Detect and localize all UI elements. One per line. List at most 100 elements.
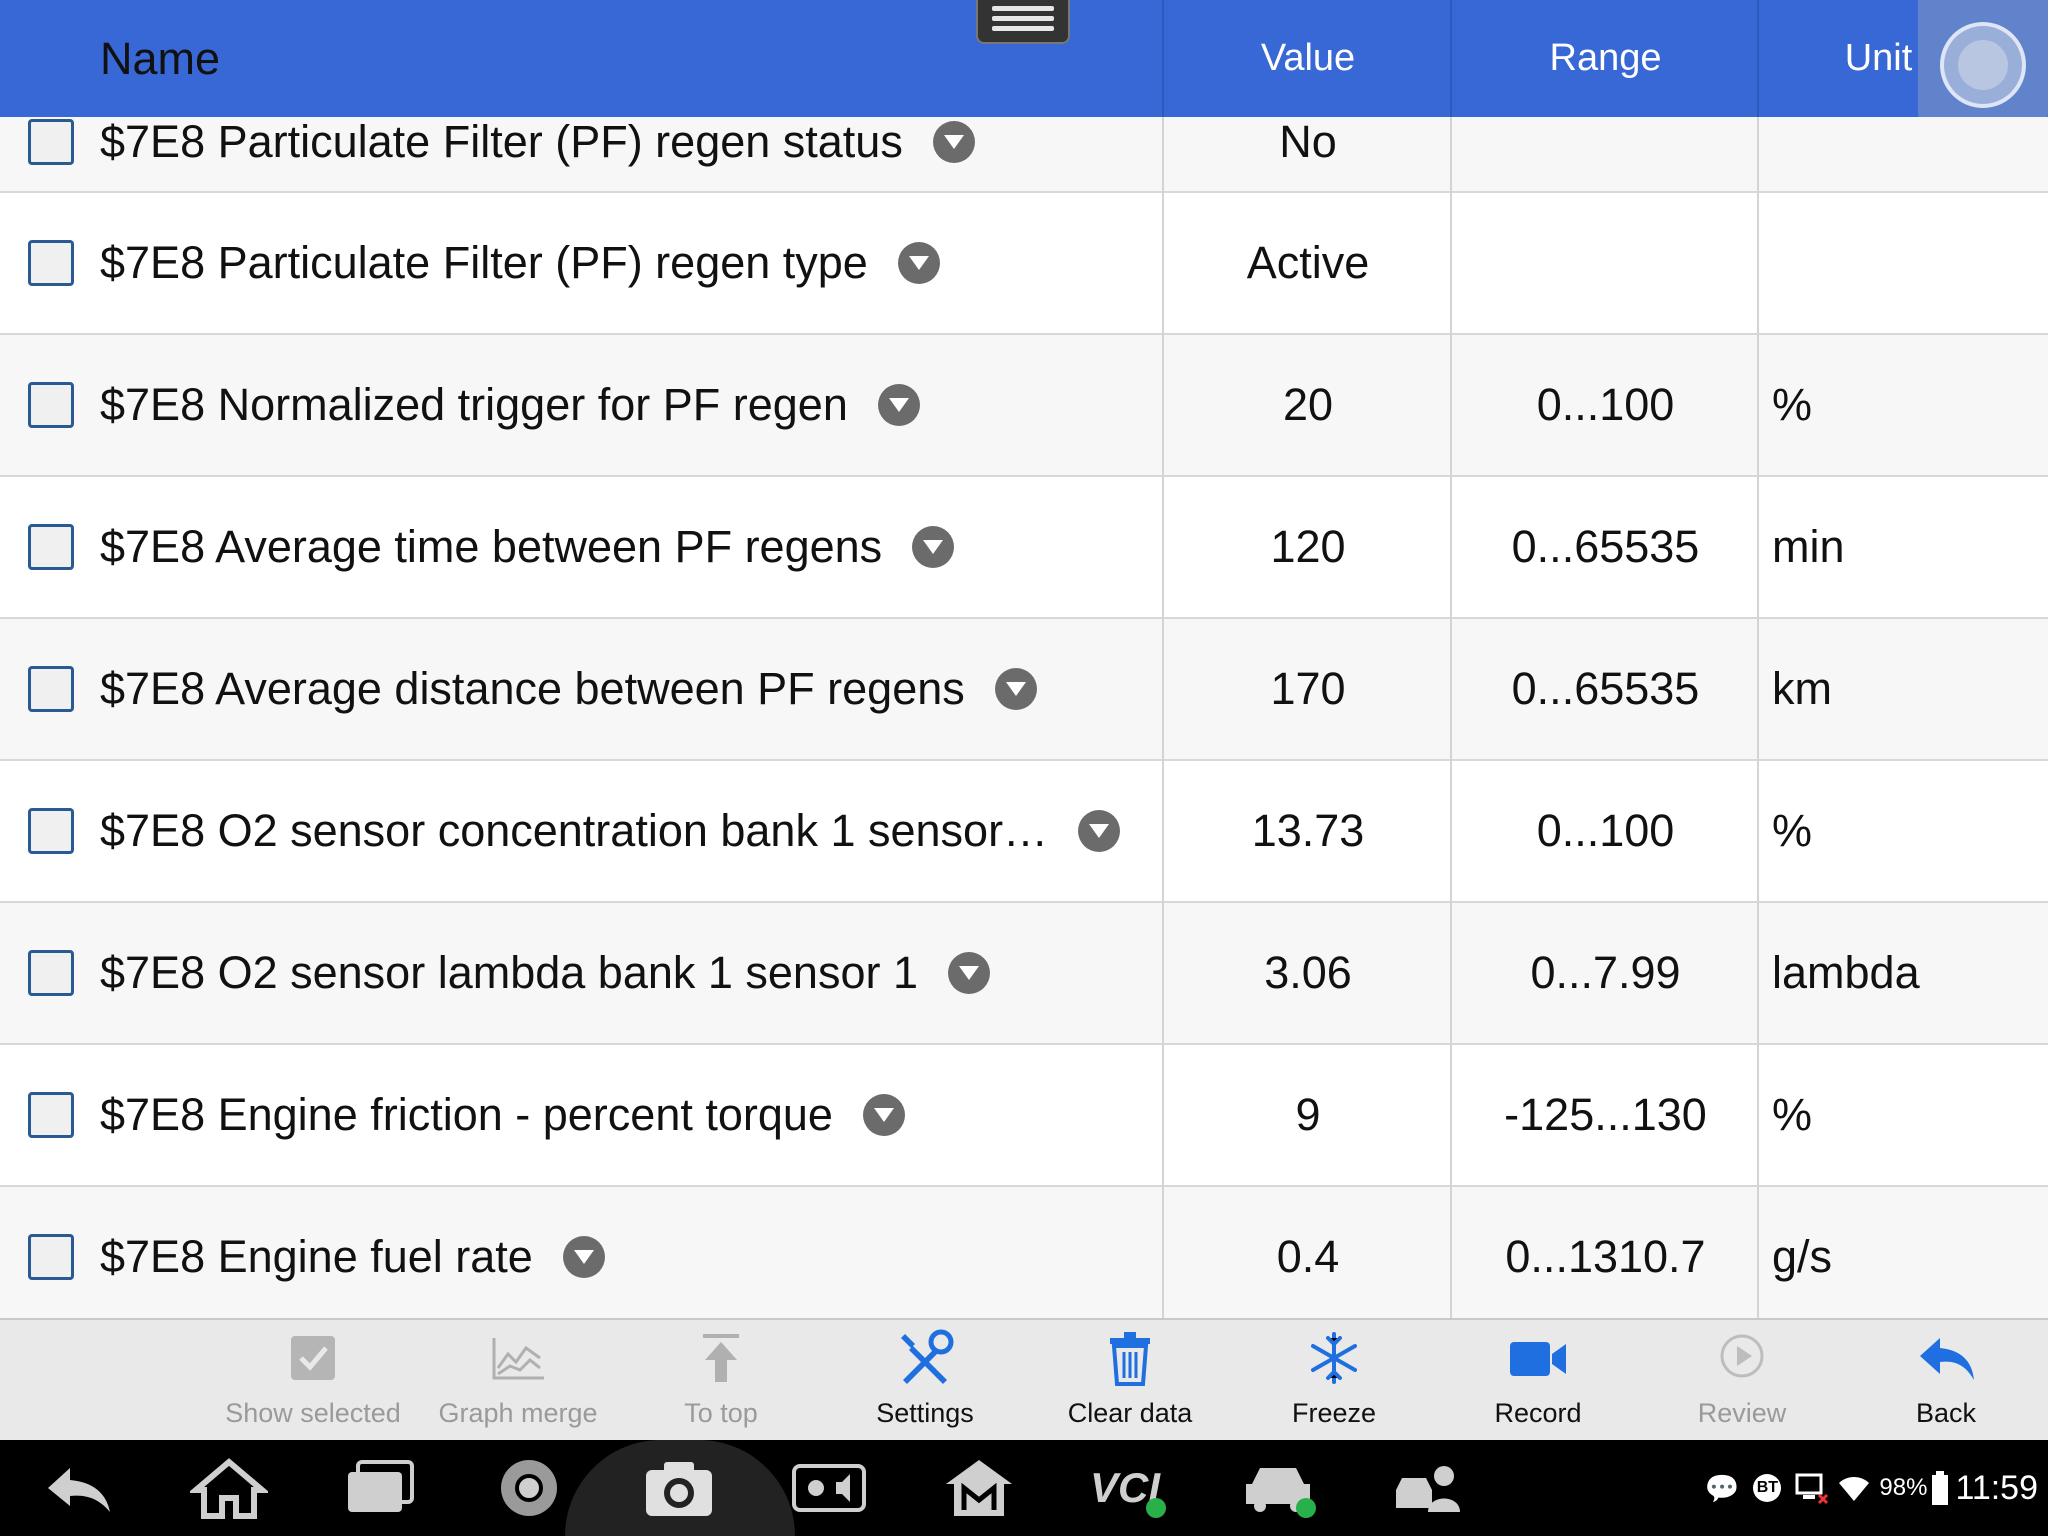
floating-assistive-button[interactable] — [1918, 0, 2048, 130]
column-header-value[interactable]: Value — [1164, 0, 1452, 117]
parameter-unit: km — [1772, 663, 1832, 714]
chrome-browser-icon[interactable] — [490, 1454, 568, 1522]
parameter-range: 0...1310.7 — [1505, 1231, 1706, 1282]
trash-icon — [1110, 1332, 1150, 1386]
parameter-range: 0...7.99 — [1530, 947, 1681, 998]
data-stream-table[interactable]: $7E8 Particulate Filter (PF) regen statu… — [0, 117, 2048, 1318]
header-divider — [1162, 0, 1164, 117]
parameter-value: Active — [1246, 237, 1370, 288]
column-header-range[interactable]: Range — [1452, 0, 1759, 117]
dropdown-arrow-icon[interactable] — [932, 121, 975, 163]
parameter-range — [1452, 193, 1759, 333]
dropdown-arrow-icon[interactable] — [562, 1236, 605, 1278]
checkbox-icon — [291, 1336, 335, 1380]
table-row[interactable]: $7E8 O2 sensor lambda bank 1 sensor 1 3.… — [0, 903, 2048, 1045]
row-checkbox[interactable] — [28, 382, 74, 428]
row-checkbox[interactable] — [28, 240, 74, 286]
table-row[interactable]: $7E8 Engine fuel rate 0.4 0...1310.7 g/s — [0, 1187, 2048, 1318]
vehicle-status-icon[interactable] — [1240, 1454, 1318, 1522]
home-icon[interactable] — [190, 1454, 268, 1522]
parameter-value: 170 — [1270, 663, 1346, 714]
vci-icon[interactable]: VCI — [1090, 1454, 1168, 1522]
play-circle-icon — [1720, 1334, 1764, 1378]
back-button[interactable]: Back — [1846, 1320, 2046, 1442]
dropdown-arrow-icon[interactable] — [994, 668, 1037, 710]
review-button[interactable]: Review — [1642, 1320, 1842, 1442]
table-row[interactable]: $7E8 Average distance between PF regens … — [0, 619, 2048, 761]
video-camera-icon — [1510, 1342, 1566, 1376]
wifi-icon — [1839, 1477, 1870, 1501]
table-row[interactable]: $7E8 Engine friction - percent torque 9 … — [0, 1045, 2048, 1187]
settings-button[interactable]: Settings — [825, 1320, 1025, 1442]
parameter-value: 120 — [1270, 521, 1346, 572]
table-row[interactable]: $7E8 O2 sensor concentration bank 1 sens… — [0, 761, 2048, 903]
maxifix-icon[interactable] — [940, 1454, 1018, 1522]
table-header: Name Value Range Unit — [0, 0, 2048, 117]
table-row[interactable]: $7E8 Particulate Filter (PF) regen statu… — [0, 117, 2048, 193]
system-navigation-bar: VCI 💬 BT 98% 11:59 — [0, 1440, 2048, 1536]
row-checkbox[interactable] — [28, 119, 74, 165]
parameter-value: 20 — [1282, 379, 1334, 430]
parameter-value: 9 — [1295, 1089, 1321, 1140]
system-back-icon[interactable] — [40, 1454, 118, 1522]
parameter-value: 13.73 — [1251, 805, 1365, 856]
snowflake-icon — [1311, 1332, 1357, 1384]
row-checkbox[interactable] — [28, 950, 74, 996]
parameter-name: $7E8 O2 sensor lambda bank 1 sensor 1 — [100, 947, 918, 998]
record-button[interactable]: Record — [1438, 1320, 1638, 1442]
battery-icon — [1932, 1471, 1949, 1505]
network-error-icon — [1795, 1473, 1829, 1505]
dropdown-arrow-icon[interactable] — [1078, 810, 1121, 852]
row-checkbox[interactable] — [28, 524, 74, 570]
row-checkbox[interactable] — [28, 808, 74, 854]
parameter-value: 0.4 — [1276, 1231, 1340, 1282]
status-area: 💬 BT 98% 11:59 — [1705, 1440, 2038, 1536]
row-checkbox[interactable] — [28, 1234, 74, 1280]
parameter-unit: g/s — [1772, 1231, 1833, 1282]
parameter-name: $7E8 Average time between PF regens — [100, 521, 883, 572]
parameter-range — [1452, 117, 1759, 191]
parameter-name: $7E8 Normalized trigger for PF regen — [100, 379, 848, 430]
column-divider — [1757, 117, 1759, 1318]
parameter-unit: % — [1772, 805, 1813, 856]
dropdown-arrow-icon[interactable] — [877, 384, 920, 426]
parameter-unit: % — [1772, 379, 1813, 430]
freeze-button[interactable]: Freeze — [1234, 1320, 1434, 1442]
drag-handle-icon[interactable] — [976, 0, 1070, 44]
graph-merge-icon — [492, 1338, 544, 1380]
parameter-range: 0...65535 — [1511, 663, 1700, 714]
dropdown-arrow-icon[interactable] — [862, 1094, 905, 1136]
graph-merge-button[interactable]: Graph merge — [418, 1320, 618, 1442]
table-row[interactable]: $7E8 Average time between PF regens 120 … — [0, 477, 2048, 619]
parameter-name: $7E8 O2 sensor concentration bank 1 sens… — [100, 805, 1049, 856]
table-row[interactable]: $7E8 Normalized trigger for PF regen 20 … — [0, 335, 2048, 477]
arrow-to-top-icon — [703, 1334, 739, 1382]
brightness-volume-icon[interactable] — [790, 1454, 868, 1522]
parameter-range: -125...130 — [1504, 1089, 1707, 1140]
parameter-value: 3.06 — [1264, 947, 1352, 998]
row-checkbox[interactable] — [28, 666, 74, 712]
parameter-name: $7E8 Engine fuel rate — [100, 1231, 533, 1282]
bottom-toolbar: Show selected Graph merge To top Setting… — [0, 1318, 2048, 1440]
camera-icon[interactable] — [640, 1454, 718, 1522]
clear-data-button[interactable]: Clear data — [1030, 1320, 1230, 1442]
parameter-name: $7E8 Particulate Filter (PF) regen type — [100, 237, 868, 288]
show-selected-button[interactable]: Show selected — [213, 1320, 413, 1442]
recent-apps-icon[interactable] — [340, 1454, 418, 1522]
table-row[interactable]: $7E8 Particulate Filter (PF) regen type … — [0, 193, 2048, 335]
parameter-range: 0...65535 — [1511, 521, 1700, 572]
dropdown-arrow-icon[interactable] — [912, 526, 955, 568]
row-checkbox[interactable] — [28, 1092, 74, 1138]
parameter-range: 0...100 — [1536, 805, 1675, 856]
parameter-name: $7E8 Engine friction - percent torque — [100, 1089, 833, 1140]
parameter-name: $7E8 Particulate Filter (PF) regen statu… — [100, 117, 903, 167]
chat-icon: 💬 — [1704, 1472, 1740, 1504]
parameter-unit: % — [1772, 1089, 1813, 1140]
remote-expert-icon[interactable] — [1390, 1454, 1468, 1522]
back-arrow-icon — [1920, 1338, 1974, 1380]
dropdown-arrow-icon[interactable] — [897, 242, 940, 284]
to-top-button[interactable]: To top — [621, 1320, 821, 1442]
column-header-name[interactable]: Name — [100, 0, 220, 117]
parameter-name: $7E8 Average distance between PF regens — [100, 663, 965, 714]
dropdown-arrow-icon[interactable] — [948, 952, 990, 994]
